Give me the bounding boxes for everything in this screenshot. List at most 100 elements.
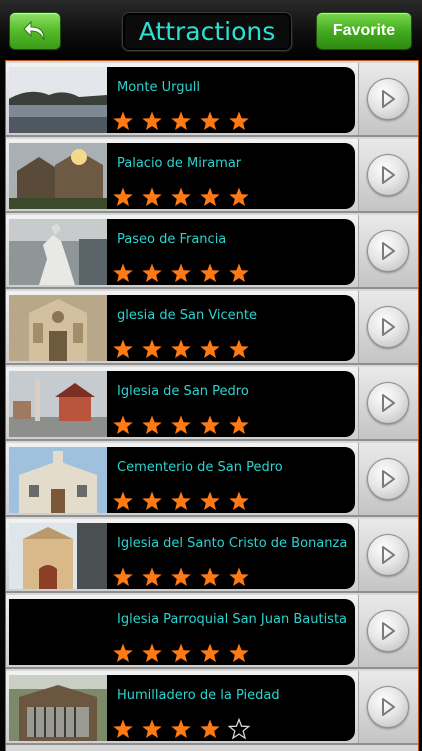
star-filled-icon xyxy=(112,338,134,360)
detail-cell xyxy=(358,443,418,515)
attraction-info-panel[interactable]: Humilladero de la Piedad xyxy=(107,675,355,741)
page-title: Attractions xyxy=(138,17,276,46)
star-filled-icon xyxy=(170,490,192,512)
attraction-thumbnail xyxy=(9,295,107,361)
star-filled-icon xyxy=(112,490,134,512)
list-item[interactable]: Paseo de Francia xyxy=(6,215,418,289)
chevron-right-icon xyxy=(382,242,395,260)
star-rating xyxy=(112,490,257,512)
star-filled-icon xyxy=(141,642,163,664)
list-item[interactable]: Iglesia Parroquial San Juan Bautista xyxy=(6,595,418,669)
attraction-info-panel[interactable]: Iglesia Parroquial San Juan Bautista xyxy=(107,599,355,665)
star-filled-icon xyxy=(199,338,221,360)
attraction-info-panel[interactable]: Iglesia del Santo Cristo de Bonanza xyxy=(107,523,355,589)
attraction-thumbnail xyxy=(9,447,107,513)
detail-button[interactable] xyxy=(367,610,409,652)
star-filled-icon xyxy=(141,414,163,436)
star-rating xyxy=(112,414,257,436)
detail-cell xyxy=(358,139,418,211)
shrine-photo xyxy=(9,675,107,741)
star-rating xyxy=(112,110,257,132)
star-filled-icon xyxy=(112,414,134,436)
list-item[interactable]: Cementerio de San Pedro xyxy=(6,443,418,517)
attraction-info-panel[interactable]: Monte Urgull xyxy=(107,67,355,133)
attraction-info-panel[interactable]: Paseo de Francia xyxy=(107,219,355,285)
star-filled-icon xyxy=(112,186,134,208)
detail-button[interactable] xyxy=(367,686,409,728)
star-filled-icon xyxy=(170,338,192,360)
star-filled-icon xyxy=(170,110,192,132)
attraction-thumbnail xyxy=(9,219,107,285)
chevron-right-icon xyxy=(382,166,395,184)
bay-hillside-photo xyxy=(9,67,107,133)
top-bar: Attractions Favorite xyxy=(0,0,422,60)
detail-button[interactable] xyxy=(367,458,409,500)
list-item[interactable]: Humilladero de la Piedad xyxy=(6,671,418,745)
chevron-right-icon xyxy=(382,546,395,564)
star-filled-icon xyxy=(112,566,134,588)
back-arrow-icon xyxy=(23,20,45,41)
detail-button[interactable] xyxy=(367,534,409,576)
palace-photo xyxy=(9,143,107,209)
star-rating xyxy=(112,186,257,208)
detail-cell xyxy=(358,671,418,743)
star-filled-icon xyxy=(141,186,163,208)
star-filled-icon xyxy=(199,110,221,132)
attraction-info-panel[interactable]: Cementerio de San Pedro xyxy=(107,447,355,513)
church-facade-photo xyxy=(9,295,107,361)
favorite-button[interactable]: Favorite xyxy=(316,12,412,50)
detail-button[interactable] xyxy=(367,230,409,272)
star-filled-icon xyxy=(141,110,163,132)
chevron-right-icon xyxy=(382,394,395,412)
list-item[interactable]: Monte Urgull xyxy=(6,63,418,137)
chevron-right-icon xyxy=(382,90,395,108)
star-filled-icon xyxy=(228,186,250,208)
attraction-name: Palacio de Miramar xyxy=(117,156,242,171)
star-filled-icon xyxy=(112,718,134,740)
attraction-thumbnail xyxy=(9,143,107,209)
list-item[interactable]: Iglesia del Santo Cristo de Bonanza xyxy=(6,519,418,593)
list-item[interactable]: Iglesia de San Pedro xyxy=(6,367,418,441)
star-filled-icon xyxy=(228,566,250,588)
detail-cell xyxy=(358,215,418,287)
detail-cell xyxy=(358,519,418,591)
chevron-right-icon xyxy=(382,698,395,716)
detail-button[interactable] xyxy=(367,154,409,196)
attraction-name: Cementerio de San Pedro xyxy=(117,460,283,475)
chapel-photo xyxy=(9,447,107,513)
detail-button[interactable] xyxy=(367,78,409,120)
star-rating xyxy=(112,566,257,588)
star-filled-icon xyxy=(170,262,192,284)
star-filled-icon xyxy=(228,414,250,436)
street-church-photo xyxy=(9,523,107,589)
list-item[interactable]: glesia de San Vicente xyxy=(6,291,418,365)
attraction-name: Iglesia Parroquial San Juan Bautista xyxy=(117,612,348,627)
star-filled-icon xyxy=(170,186,192,208)
star-filled-icon xyxy=(228,642,250,664)
attractions-list[interactable]: Monte Urgull Palacio de Miramar Paseo de… xyxy=(5,60,419,751)
title-box: Attractions xyxy=(122,12,292,51)
star-rating xyxy=(112,262,257,284)
attraction-thumbnail xyxy=(9,675,107,741)
star-filled-icon xyxy=(199,718,221,740)
detail-cell xyxy=(358,291,418,363)
attraction-info-panel[interactable]: Iglesia de San Pedro xyxy=(107,371,355,437)
detail-cell xyxy=(358,595,418,667)
attraction-info-panel[interactable]: Palacio de Miramar xyxy=(107,143,355,209)
star-filled-icon xyxy=(141,490,163,512)
list-item[interactable]: Palacio de Miramar xyxy=(6,139,418,213)
chevron-right-icon xyxy=(382,622,395,640)
back-button[interactable] xyxy=(9,12,61,50)
attraction-name: Iglesia del Santo Cristo de Bonanza xyxy=(117,536,348,551)
star-filled-icon xyxy=(141,718,163,740)
detail-cell xyxy=(358,367,418,439)
statue-photo xyxy=(9,219,107,285)
star-filled-icon xyxy=(199,490,221,512)
attraction-info-panel[interactable]: glesia de San Vicente xyxy=(107,295,355,361)
attraction-name: Iglesia de San Pedro xyxy=(117,384,249,399)
detail-button[interactable] xyxy=(367,306,409,348)
attraction-thumbnail xyxy=(9,523,107,589)
detail-button[interactable] xyxy=(367,382,409,424)
star-filled-icon xyxy=(112,262,134,284)
attraction-name: glesia de San Vicente xyxy=(117,308,258,323)
